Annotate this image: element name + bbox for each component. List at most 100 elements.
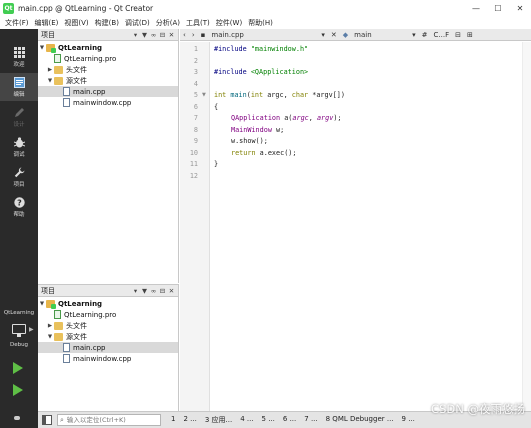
split-icon[interactable]: ⊟ <box>158 286 167 296</box>
caret-down-icon[interactable]: ▼ <box>46 334 54 340</box>
mode-debug-label: 调试 <box>13 152 25 158</box>
close-button[interactable]: ✕ <box>509 0 531 16</box>
filter-icon[interactable]: ▼ <box>140 286 149 296</box>
kit-arrow-icon[interactable]: ▶ <box>29 326 34 333</box>
file-icon: ▪ <box>200 30 206 39</box>
dropdown-arrow-icon[interactable]: ▾ <box>131 30 140 40</box>
search-icon: ⌕ <box>60 415 64 424</box>
output-pane-4[interactable]: 4 ... <box>236 415 257 425</box>
editor-scrollbar[interactable] <box>522 42 531 411</box>
mode-welcome[interactable]: 欢迎 <box>0 43 38 71</box>
tree-project-root[interactable]: ▼ QtLearning <box>38 298 178 309</box>
caret-down-icon[interactable]: ▼ <box>46 78 54 84</box>
maximize-button[interactable]: ☐ <box>487 0 509 16</box>
line-number: 11 <box>189 160 198 168</box>
output-pane-6[interactable]: 6 ... <box>279 415 300 425</box>
menu-analyze[interactable]: 分析(A) <box>153 18 183 28</box>
menu-debug[interactable]: 调试(D) <box>122 18 153 28</box>
split-vertical-icon[interactable]: ⊞ <box>464 31 476 39</box>
sources-folder-label: 源文件 <box>66 332 87 341</box>
menu-help[interactable]: 帮助(H) <box>245 18 276 28</box>
cpp-file-icon <box>63 354 70 363</box>
title-bar: Qt main.cpp @ QtLearning - Qt Creator — … <box>0 0 531 16</box>
tree-headers-folder[interactable]: ▶ 头文件 <box>38 320 178 331</box>
pro-file-icon <box>54 310 61 319</box>
split-icon[interactable]: ⊟ <box>158 30 167 40</box>
mode-projects[interactable]: 项目 <box>0 163 38 191</box>
code-line: #include <QApplication> <box>214 68 309 76</box>
code-line: return a.exec(); <box>231 148 297 157</box>
output-pane-1[interactable]: 1 <box>167 415 179 425</box>
mode-design[interactable]: 设计 <box>0 103 38 131</box>
projects-pane-title[interactable]: 项目 <box>41 30 55 40</box>
qt-creator-icon: Qt <box>3 2 14 14</box>
back-arrow-icon[interactable]: ‹ <box>180 31 189 39</box>
line-number: 12 <box>189 171 198 180</box>
projects-pane-toolbar: 项目 ▾ ▼ ∞ ⊟ ✕ <box>38 285 178 297</box>
tree-pro-file[interactable]: QtLearning.pro <box>38 53 178 64</box>
locator-input[interactable] <box>66 416 153 424</box>
chevron-down-icon[interactable]: ▾ <box>318 31 328 39</box>
symbol-selector[interactable]: main <box>351 31 409 39</box>
mode-edit-label: 编辑 <box>13 92 25 98</box>
mode-edit[interactable]: 编辑 <box>0 73 38 101</box>
split-icon[interactable]: ⊟ <box>452 31 464 39</box>
run-button[interactable] <box>13 362 23 374</box>
tree-file-main[interactable]: main.cpp <box>38 86 178 97</box>
tree-file-mainwindow[interactable]: mainwindow.cpp <box>38 97 178 108</box>
debug-run-button[interactable] <box>13 384 23 396</box>
symbol-short-selector[interactable]: C...F <box>431 31 453 39</box>
hash-label[interactable]: # <box>419 31 431 39</box>
menu-build[interactable]: 构建(B) <box>92 18 122 28</box>
sidebar-toggle-icon[interactable] <box>42 415 52 425</box>
mode-help-label: 帮助 <box>13 212 25 218</box>
link-icon[interactable]: ∞ <box>149 286 158 296</box>
output-pane-2[interactable]: 2 ... <box>179 415 200 425</box>
output-pane-5[interactable]: 5 ... <box>258 415 279 425</box>
link-icon[interactable]: ∞ <box>149 30 158 40</box>
bug-icon <box>13 136 25 148</box>
output-pane-3[interactable]: 3 应用... <box>201 415 236 425</box>
line-number: 3 <box>193 68 198 76</box>
menu-file[interactable]: 文件(F) <box>2 18 32 28</box>
code-line: #include "mainwindow.h" <box>214 45 309 53</box>
dropdown-arrow-icon[interactable]: ▾ <box>131 286 140 296</box>
open-file-selector[interactable]: main.cpp <box>208 31 318 39</box>
menu-tools[interactable]: 工具(T) <box>183 18 213 28</box>
caret-right-icon[interactable]: ▶ <box>46 67 54 73</box>
caret-right-icon[interactable]: ▶ <box>46 323 54 329</box>
tree-headers-folder[interactable]: ▶ 头文件 <box>38 64 178 75</box>
close-icon[interactable]: ✕ <box>328 31 340 39</box>
menu-edit[interactable]: 编辑(E) <box>32 18 62 28</box>
window-title: main.cpp @ QtLearning - Qt Creator <box>18 3 154 13</box>
forward-arrow-icon[interactable]: › <box>189 31 198 39</box>
tree-pro-file[interactable]: QtLearning.pro <box>38 309 178 320</box>
output-pane-8[interactable]: 8 QML Debugger ... <box>322 415 398 425</box>
tree-file-mainwindow[interactable]: mainwindow.cpp <box>38 353 178 364</box>
tree-project-root[interactable]: ▼ QtLearning <box>38 42 178 53</box>
menu-widgets[interactable]: 控件(W) <box>213 18 245 28</box>
tree-file-main[interactable]: main.cpp <box>38 342 178 353</box>
minimize-button[interactable]: — <box>465 0 487 16</box>
output-pane-7[interactable]: 7 ... <box>300 415 321 425</box>
caret-down-icon[interactable]: ▼ <box>38 301 46 307</box>
menu-view[interactable]: 视图(V) <box>61 18 91 28</box>
filter-icon[interactable]: ▼ <box>140 30 149 40</box>
caret-down-icon[interactable]: ▼ <box>38 45 46 51</box>
code-text-area[interactable]: #include "mainwindow.h" #include <QAppli… <box>214 42 531 411</box>
mode-debug[interactable]: 调试 <box>0 133 38 161</box>
fold-arrow-icon[interactable]: ▼ <box>202 92 206 98</box>
pro-file-icon <box>54 54 61 63</box>
tree-sources-folder[interactable]: ▼ 源文件 <box>38 75 178 86</box>
close-icon[interactable]: ✕ <box>167 286 176 296</box>
output-pane-9[interactable]: 9 ... <box>398 415 419 425</box>
close-icon[interactable]: ✕ <box>167 30 176 40</box>
chevron-down-icon[interactable]: ▾ <box>409 31 419 39</box>
monitor-icon[interactable] <box>12 324 26 334</box>
projects-pane-title[interactable]: 项目 <box>41 286 55 296</box>
mode-help[interactable]: ? 帮助 <box>0 193 38 221</box>
mode-selector: 欢迎 编辑 设计 调试 项目 ? 帮助 QtLearning ▶ Debug <box>0 29 38 428</box>
cpp-file-icon <box>63 98 70 107</box>
tree-sources-folder[interactable]: ▼ 源文件 <box>38 331 178 342</box>
bug-icon <box>14 416 20 420</box>
